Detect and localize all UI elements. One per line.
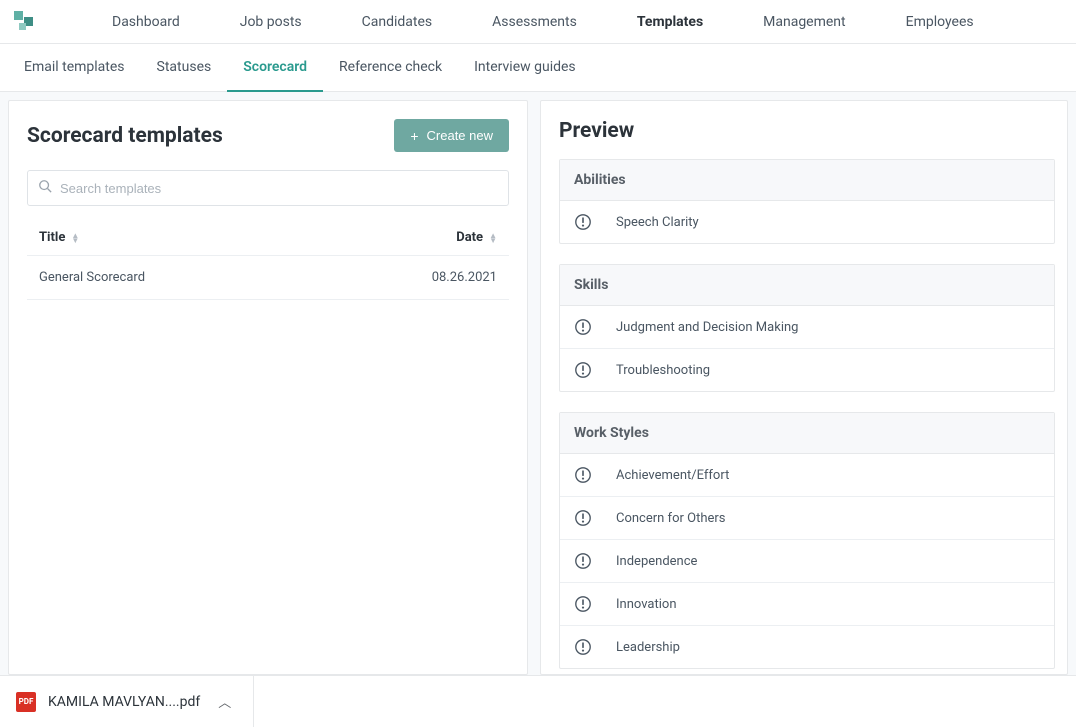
group-item-label: Concern for Others: [616, 511, 726, 526]
tab-reference-check[interactable]: Reference check: [323, 44, 458, 92]
group-item-label: Speech Clarity: [616, 215, 699, 230]
preview-scroll[interactable]: Abilities Speech Clarity Skills Judgment an…: [559, 159, 1059, 674]
templates-panel: Scorecard templates + Create new Title ▲…: [8, 100, 528, 675]
nav-dashboard[interactable]: Dashboard: [82, 0, 210, 44]
create-new-button[interactable]: + Create new: [394, 119, 509, 152]
nav-candidates[interactable]: Candidates: [332, 0, 463, 44]
sort-icon: ▲▼: [71, 233, 79, 243]
row-date: 08.26.2021: [432, 270, 497, 285]
group-row[interactable]: Troubleshooting: [560, 349, 1054, 391]
exclamation-icon: [574, 595, 592, 613]
create-new-label: Create new: [427, 128, 493, 143]
download-filename: KAMILA MAVLYAN....pdf: [48, 694, 200, 710]
group-row[interactable]: Independence: [560, 540, 1054, 583]
tab-interview-guides[interactable]: Interview guides: [458, 44, 592, 92]
exclamation-icon: [574, 466, 592, 484]
search-icon: [38, 179, 60, 197]
group-item-label: Troubleshooting: [616, 363, 710, 378]
group-item-label: Achievement/Effort: [616, 468, 729, 483]
group-item-label: Innovation: [616, 597, 677, 612]
preview-group: Skills Judgment and Decision Making Troubl…: [559, 264, 1055, 392]
th-date[interactable]: Date ▲▼: [456, 230, 497, 245]
group-item-label: Judgment and Decision Making: [616, 320, 798, 335]
chevron-up-icon[interactable]: ︿: [212, 692, 237, 711]
group-item-label: Independence: [616, 554, 697, 569]
app-logo: [12, 7, 42, 37]
preview-group: Work Styles Achievement/Effort Concern for…: [559, 412, 1055, 669]
row-title: General Scorecard: [39, 270, 145, 285]
templates-title: Scorecard templates: [27, 124, 223, 148]
th-date-label: Date: [456, 230, 483, 245]
search-wrapper[interactable]: [27, 170, 509, 206]
table-header: Title ▲▼ Date ▲▼: [27, 220, 509, 256]
tab-email-templates[interactable]: Email templates: [8, 44, 141, 92]
preview-title: Preview: [559, 119, 634, 143]
group-row[interactable]: Innovation: [560, 583, 1054, 626]
pdf-icon: PDF: [16, 692, 36, 712]
tab-scorecard[interactable]: Scorecard: [227, 44, 323, 92]
group-row[interactable]: Concern for Others: [560, 497, 1054, 540]
tab-statuses[interactable]: Statuses: [141, 44, 228, 92]
download-bar: PDF KAMILA MAVLYAN....pdf ︿: [0, 675, 1076, 727]
exclamation-icon: [574, 361, 592, 379]
exclamation-icon: [574, 213, 592, 231]
plus-icon: +: [410, 129, 418, 143]
nav-management[interactable]: Management: [733, 0, 875, 44]
download-item[interactable]: PDF KAMILA MAVLYAN....pdf ︿: [0, 676, 254, 727]
group-header: Abilities: [560, 160, 1054, 201]
nav-job-posts[interactable]: Job posts: [210, 0, 332, 44]
sub-nav: Email templates Statuses Scorecard Refer…: [0, 44, 1076, 92]
group-header: Skills: [560, 265, 1054, 306]
exclamation-icon: [574, 552, 592, 570]
th-title[interactable]: Title ▲▼: [39, 230, 79, 245]
group-header: Work Styles: [560, 413, 1054, 454]
nav-templates[interactable]: Templates: [607, 0, 733, 44]
preview-panel: Preview Abilities Speech Clarity Skills Jud…: [540, 100, 1068, 675]
nav-assessments[interactable]: Assessments: [462, 0, 607, 44]
group-row[interactable]: Leadership: [560, 626, 1054, 668]
exclamation-icon: [574, 318, 592, 336]
table-row[interactable]: General Scorecard 08.26.2021: [27, 256, 509, 300]
preview-group: Abilities Speech Clarity: [559, 159, 1055, 244]
group-row[interactable]: Achievement/Effort: [560, 454, 1054, 497]
search-input[interactable]: [60, 181, 498, 196]
top-nav: Dashboard Job posts Candidates Assessmen…: [0, 0, 1076, 44]
group-row[interactable]: Judgment and Decision Making: [560, 306, 1054, 349]
exclamation-icon: [574, 509, 592, 527]
nav-employees[interactable]: Employees: [876, 0, 1004, 44]
group-item-label: Leadership: [616, 640, 680, 655]
sort-icon: ▲▼: [489, 233, 497, 243]
group-row[interactable]: Speech Clarity: [560, 201, 1054, 243]
th-title-label: Title: [39, 230, 65, 245]
exclamation-icon: [574, 638, 592, 656]
content-area: Scorecard templates + Create new Title ▲…: [0, 92, 1076, 675]
